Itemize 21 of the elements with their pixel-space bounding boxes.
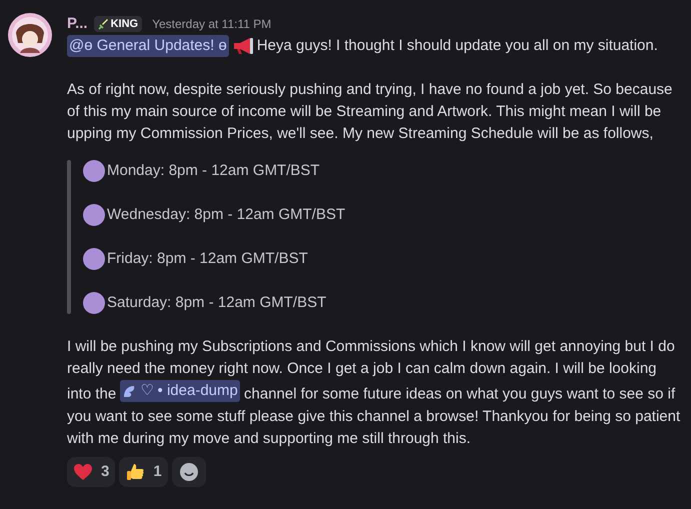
avatar[interactable] xyxy=(8,13,52,57)
thumbs-up-icon xyxy=(125,462,146,482)
role-label: KING xyxy=(110,17,138,32)
username[interactable]: P... xyxy=(67,13,88,35)
timestamp: Yesterday at 11:11 PM xyxy=(152,16,272,33)
megaphone-icon xyxy=(232,37,254,55)
reaction-button[interactable]: 3 xyxy=(67,456,116,486)
reaction-button[interactable]: 1 xyxy=(119,456,168,486)
add-reaction-button[interactable] xyxy=(172,456,206,486)
schedule-line: Friday: 8pm - 12am GMT/BST xyxy=(107,249,308,269)
message-paragraph: I will be pushing my Subscriptions and Commissions which I know will get annoying but I do really need the money right now. Once I get a job I can calm down again. I will be looking into the ♡ • idea-dump channel for some future ideas on what you guys want to see so if you want to see some stuff please give this channel a browse! Thankyou for being so patient with me during my move and supporting me still through this. xyxy=(67,337,682,448)
message-paragraph: As of right now, despite seriously pushing and trying, I have no found a job yet. So because of this my main source of income will be Streaming and Artwork. This might mean I will be upping my Commission Prices, we'll see. My new Streaming Schedule will be as follows, xyxy=(67,80,674,144)
heart-icon xyxy=(73,462,93,480)
schedule-line: Wednesday: 8pm - 12am GMT/BST xyxy=(107,205,346,225)
message-text: Heya guys! I thought I should update you all on my situation. xyxy=(256,36,658,56)
sword-icon xyxy=(98,18,109,30)
schedule-line: Saturday: 8pm - 12am GMT/BST xyxy=(107,293,326,313)
role-mention[interactable]: @ɵ General Updates! ɵ xyxy=(67,35,229,57)
smiley-icon xyxy=(178,462,199,482)
channel-mention[interactable]: ♡ • idea-dump xyxy=(120,380,240,402)
schedule-line: Monday: 8pm - 12am GMT/BST xyxy=(107,161,320,181)
